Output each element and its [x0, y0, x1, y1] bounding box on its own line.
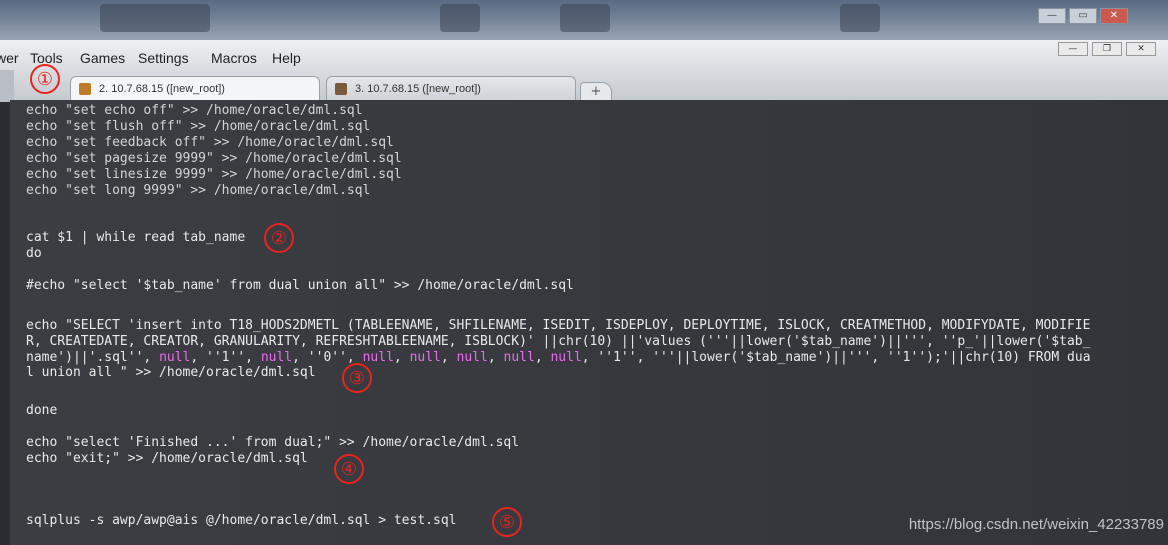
tab-bar-edge: [0, 70, 14, 102]
minimize-button[interactable]: —: [1038, 8, 1066, 24]
terminal-line: echo "set echo off" >> /home/oracle/dml.…: [26, 103, 363, 118]
terminal-line: #echo "select '$tab_name' from dual unio…: [26, 278, 574, 293]
session-restore-button[interactable]: ❐: [1092, 42, 1122, 56]
annotation-marker-2: ②: [264, 223, 294, 253]
terminal-icon: [79, 83, 91, 95]
null-keyword: null: [456, 350, 488, 365]
terminal-line: echo "set flush off" >> /home/oracle/dml…: [26, 119, 371, 134]
terminal-line: echo "set feedback off" >> /home/oracle/…: [26, 135, 394, 150]
close-button[interactable]: ✕: [1100, 8, 1128, 24]
taskbar-shadow: [100, 4, 210, 32]
tab-label: 3. 10.7.68.15 ([new_root]): [355, 83, 481, 95]
session-minimize-button[interactable]: —: [1058, 42, 1088, 56]
annotation-marker-5: ⑤: [492, 507, 522, 537]
annotation-marker-3: ③: [342, 363, 372, 393]
terminal-line: l union all " >> /home/oracle/dml.sql: [26, 365, 316, 380]
null-keyword: null: [260, 350, 293, 365]
terminal-line: echo "set linesize 9999" >> /home/oracle…: [26, 167, 402, 182]
taskbar-shadow: [440, 4, 480, 32]
null-keyword: null: [503, 350, 535, 365]
menu-macros[interactable]: Macros: [211, 50, 257, 66]
maximize-button[interactable]: ▭: [1069, 8, 1097, 24]
session-close-button[interactable]: ✕: [1126, 42, 1156, 56]
tab-session-3[interactable]: 3. 10.7.68.15 ([new_root]): [326, 76, 576, 100]
menu-settings[interactable]: Settings: [138, 50, 189, 66]
annotation-marker-4: ④: [334, 454, 364, 484]
taskbar-shadow: [560, 4, 610, 32]
menu-view[interactable]: wer: [0, 50, 19, 66]
terminal-line: echo "select 'Finished ...' from dual;" …: [26, 435, 520, 450]
null-keyword: null: [362, 350, 394, 365]
terminal-icon: [335, 83, 347, 95]
taskbar-shadow: [840, 4, 880, 32]
null-keyword: null: [409, 350, 441, 365]
terminal-line: name')||'.sql'', null, ''1'', null, ''0'…: [26, 350, 1091, 365]
desktop-strip: — ▭ ✕: [0, 0, 1168, 40]
terminal-line: done: [26, 403, 58, 418]
menu-help[interactable]: Help: [272, 50, 301, 66]
terminal-line: R, CREATEDATE, CREATOR, GRANULARITY, REF…: [26, 334, 1091, 349]
terminal-line: echo "set long 9999" >> /home/oracle/dml…: [26, 183, 371, 198]
session-controls: — ❐ ✕: [1058, 42, 1156, 56]
terminal-line: sqlplus -s awp/awp@ais @/home/oracle/dml…: [26, 513, 457, 528]
window-controls: — ▭ ✕: [1038, 8, 1128, 24]
null-keyword: null: [159, 350, 191, 365]
null-keyword: null: [550, 350, 582, 365]
terminal-line: echo "exit;" >> /home/oracle/dml.sql: [26, 451, 308, 466]
terminal-line: echo "SELECT 'insert into T18_HODS2DMETL…: [26, 318, 1091, 333]
menu-bar: wer Tools Games Settings Macros Help — ❐…: [0, 40, 1168, 70]
terminal-line: do: [26, 246, 42, 261]
annotation-marker-1: ①: [30, 64, 60, 94]
tab-label: 2. 10.7.68.15 ([new_root]): [99, 83, 225, 95]
terminal-output[interactable]: echo "set echo off" >> /home/oracle/dml.…: [10, 100, 1168, 545]
terminal-line: cat $1 | while read tab_name: [26, 230, 246, 245]
new-tab-button[interactable]: +: [580, 82, 612, 102]
tab-session-2[interactable]: 2. 10.7.68.15 ([new_root]): [70, 76, 320, 100]
menu-games[interactable]: Games: [80, 50, 125, 66]
watermark: https://blog.csdn.net/weixin_42233789: [908, 516, 1164, 533]
terminal-line: echo "set pagesize 9999" >> /home/oracle…: [26, 151, 402, 166]
